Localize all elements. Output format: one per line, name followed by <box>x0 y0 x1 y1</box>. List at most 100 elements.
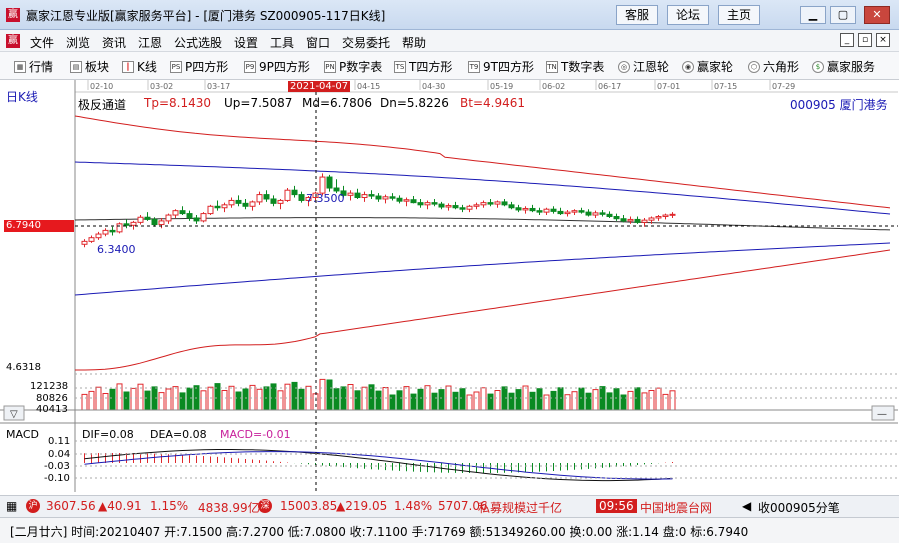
upper-band-up <box>74 161 891 215</box>
tool-label: 赢家服务 <box>827 60 876 74</box>
menu-help[interactable]: 帮助 <box>402 34 426 51</box>
macd-axis-4: -0.10 <box>44 473 70 484</box>
candle-body <box>592 212 599 216</box>
volume-bar <box>312 393 319 411</box>
volume-bar <box>606 392 613 411</box>
tool-kline[interactable]: ┃ K线 <box>122 58 157 75</box>
date-tick-label: 04-15 <box>357 82 380 91</box>
candle-body <box>550 208 557 212</box>
volume-bar <box>298 388 305 411</box>
cursor-date-tag: 2021-04-07 <box>288 81 351 92</box>
candle-body <box>333 187 340 192</box>
volume-bar <box>81 393 88 411</box>
volume-bar <box>165 388 172 411</box>
collect-ticks[interactable]: 收000905分笔 <box>758 499 840 516</box>
close-button[interactable]: ✕ <box>864 6 890 24</box>
chart-area[interactable]: 02-10 03-02 03-17 04-15 04-30 05-19 06-02 06-17… <box>0 80 899 492</box>
menu-file[interactable]: 文件 <box>30 34 54 51</box>
volume-bar <box>396 390 403 411</box>
volume-axis-3: 40413 <box>36 404 68 415</box>
tool-p-table[interactable]: PN P数字表 <box>324 58 382 75</box>
mdi-restore-button[interactable]: ▫ <box>858 33 872 47</box>
sh-index-amount: 4838.99亿 <box>198 501 260 515</box>
link-customer-service[interactable]: 客服 <box>616 5 659 25</box>
tool-9p-square[interactable]: P9 9P四方形 <box>244 58 310 75</box>
sh-index-pct: 1.15% <box>150 499 189 513</box>
candle-body <box>487 202 494 205</box>
menu-tools[interactable]: 工具 <box>270 34 294 51</box>
volume-bar <box>186 387 193 411</box>
bar-info: [二月廿六] 时间:20210407 开:7.1500 高:7.2700 低:7… <box>10 525 749 539</box>
menu-window[interactable]: 窗口 <box>306 34 330 51</box>
candle-body <box>200 213 207 222</box>
volume-bar <box>200 390 207 411</box>
title-bar: 赢 赢家江恩专业版[赢家服务平台] - [厦门港务 SZ000905-117日K… <box>0 0 899 30</box>
tool-t-square[interactable]: TS T四方形 <box>394 58 452 75</box>
news-source[interactable]: 中国地震台网 <box>640 499 712 516</box>
volume-bar <box>326 379 333 411</box>
candle-body <box>424 202 431 206</box>
candle-body <box>382 196 389 200</box>
candle-body <box>193 217 200 222</box>
tool-9t-square[interactable]: T9 9T四方形 <box>468 58 534 75</box>
volume-bar <box>361 386 368 411</box>
9p-square-icon: P9 <box>244 60 256 73</box>
link-home[interactable]: 主页 <box>718 5 761 25</box>
tool-blocks[interactable]: ▤ 板块 <box>70 58 109 75</box>
winner-wheel-icon: ◉ <box>682 60 694 73</box>
volume-bar <box>452 391 459 411</box>
candle-body <box>508 204 515 209</box>
menu-news[interactable]: 资讯 <box>102 34 126 51</box>
candle-body <box>620 218 627 222</box>
volume-axis-2: 80826 <box>36 393 68 404</box>
menu-trade[interactable]: 交易委托 <box>342 34 390 51</box>
volume-bar <box>319 378 326 411</box>
mdi-close-button[interactable]: × <box>876 33 890 47</box>
volume-bar <box>515 389 522 411</box>
tool-label: T数字表 <box>561 60 605 74</box>
tool-gann-wheel[interactable]: ◎ 江恩轮 <box>618 58 669 75</box>
volume-bar <box>221 390 228 411</box>
candle-body <box>648 217 655 221</box>
tool-winner-service[interactable]: $ 赢家服务 <box>812 58 875 75</box>
toolbar: ▦ 行情 ▤ 板块 ┃ K线 PS P四方形 P9 9P四方形 PN P数字表 TS T四方形… <box>0 52 899 80</box>
candle-body <box>459 207 466 210</box>
speaker-icon[interactable]: ◀ <box>742 499 751 513</box>
maximize-button[interactable]: ▢ <box>830 6 856 24</box>
window-title: 赢家江恩专业版[赢家服务平台] - [厦门港务 SZ000905-117日K线] <box>26 9 386 23</box>
news-ticker[interactable]: 私募规模过千亿 <box>478 499 562 516</box>
macd-dif: DIF=0.08 <box>82 428 134 441</box>
tool-quotes[interactable]: ▦ 行情 <box>14 58 53 75</box>
candle-body <box>228 199 235 206</box>
menu-gann[interactable]: 江恩 <box>138 34 162 51</box>
menu-formula[interactable]: 公式选股 <box>174 34 222 51</box>
candle-body <box>361 194 368 199</box>
menu-browse[interactable]: 浏览 <box>66 34 90 51</box>
candle-body <box>263 194 270 200</box>
candle-body <box>480 202 487 206</box>
chart-svg[interactable]: 02-10 03-02 03-17 04-15 04-30 05-19 06-02 06-17… <box>0 80 899 492</box>
tool-t-table[interactable]: TN T数字表 <box>546 58 604 75</box>
volume-bar <box>109 388 116 411</box>
link-forum[interactable]: 论坛 <box>667 5 710 25</box>
mdi-minimize-button[interactable]: _ <box>840 33 854 47</box>
volume-bar <box>550 390 557 411</box>
tool-hexagon[interactable]: ⬡ 六角形 <box>748 58 799 75</box>
period-label: 日K线 <box>6 90 38 104</box>
volume-bar <box>207 386 214 411</box>
candle-body <box>403 199 410 202</box>
high-annotation: 7.3500 <box>306 192 345 205</box>
volume-bar <box>417 388 424 411</box>
candle-body <box>571 210 578 213</box>
tool-p-square[interactable]: PS P四方形 <box>170 58 228 75</box>
tool-winner-wheel[interactable]: ◉ 赢家轮 <box>682 58 733 75</box>
blocks-icon: ▤ <box>70 60 82 73</box>
volume-bar <box>592 389 599 411</box>
grid-icon: ▦ <box>6 499 18 513</box>
candle-body <box>543 208 550 213</box>
sz-index-change: ▲219.05 <box>336 499 388 513</box>
menu-settings[interactable]: 设置 <box>234 34 258 51</box>
tool-label: P数字表 <box>339 60 383 74</box>
minimize-button[interactable]: ▁ <box>800 6 826 24</box>
candle-body <box>410 199 417 204</box>
